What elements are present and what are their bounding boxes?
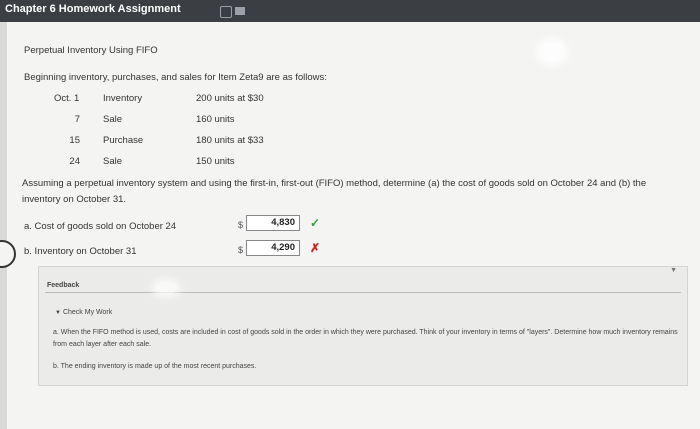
transaction-date: Oct. 1 xyxy=(54,93,80,104)
correct-check-icon: ✓ xyxy=(310,216,321,230)
expand-triangle-icon: ▼ xyxy=(55,310,61,316)
hint-a: a. When the FIFO method is used, costs a… xyxy=(53,329,678,348)
problem-intro: Beginning inventory, purchases, and sale… xyxy=(24,72,327,83)
video-icon[interactable] xyxy=(235,7,245,15)
assignment-title: Chapter 6 Homework Assignment xyxy=(5,3,181,15)
feedback-divider xyxy=(45,292,681,293)
check-my-work-toggle[interactable]: ▼ Check My Work xyxy=(55,309,112,316)
feedback-header: Feedback xyxy=(47,282,80,289)
hint-b: b. The ending inventory is made up of th… xyxy=(53,363,257,370)
answer-b-label: b. Inventory on October 31 xyxy=(24,246,137,257)
transaction-type: Sale xyxy=(103,114,123,125)
transaction-type: Sale xyxy=(103,156,123,167)
problem-heading: Perpetual Inventory Using FIFO xyxy=(24,45,158,56)
book-icon[interactable] xyxy=(220,6,232,18)
collapse-arrow-icon[interactable]: ▼ xyxy=(670,267,677,274)
screen-glare xyxy=(540,42,564,62)
transaction-type: Inventory xyxy=(103,93,143,104)
screen-glare xyxy=(155,282,177,294)
transaction-detail: 160 units xyxy=(196,114,235,125)
answer-a-label: a. Cost of goods sold on October 24 xyxy=(24,221,177,232)
transaction-date: 15 xyxy=(69,135,80,146)
ending-inventory-input[interactable]: 4,290 xyxy=(246,240,300,256)
incorrect-x-icon: ✗ xyxy=(310,241,321,255)
transaction-detail: 150 units xyxy=(196,156,235,167)
transaction-detail: 200 units at $30 xyxy=(196,93,264,104)
window-title-bar: Chapter 6 Homework Assignment xyxy=(0,0,700,22)
check-my-work-label: Check My Work xyxy=(62,309,113,316)
transaction-detail: 180 units at $33 xyxy=(196,135,264,146)
transaction-type: Purchase xyxy=(103,135,144,146)
transaction-date: 7 xyxy=(74,114,80,125)
problem-question: Assuming a perpetual inventory system an… xyxy=(22,178,647,205)
currency-symbol: $ xyxy=(238,245,244,255)
cogs-input[interactable]: 4,830 xyxy=(246,215,300,231)
transaction-date: 24 xyxy=(69,156,80,167)
currency-symbol: $ xyxy=(238,220,244,230)
feedback-panel: ▼ Feedback ▼ Check My Work a. When the FI… xyxy=(38,266,688,386)
